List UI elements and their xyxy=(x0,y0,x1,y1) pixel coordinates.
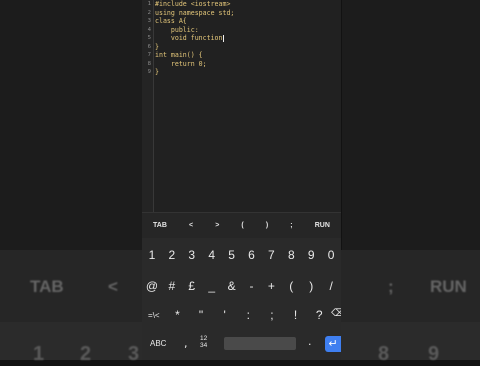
key-plus[interactable]: + xyxy=(261,279,281,293)
key-comma[interactable]: , xyxy=(184,337,188,350)
greater-than-key[interactable]: > xyxy=(215,222,219,229)
key-underscore[interactable]: _ xyxy=(202,279,222,293)
code-line[interactable]: 1 #include <iostream> xyxy=(142,0,231,9)
open-paren-key[interactable]: ( xyxy=(241,222,243,229)
code-line[interactable]: 5 void function xyxy=(142,34,224,43)
line-number: 9 xyxy=(147,69,151,76)
key-2[interactable]: 2 xyxy=(162,248,182,262)
code-text: void function xyxy=(155,34,224,43)
key-0[interactable]: 0 xyxy=(321,248,341,262)
line-number: 8 xyxy=(147,60,151,67)
key-5[interactable]: 5 xyxy=(222,248,242,262)
code-line[interactable]: 3 class A{ xyxy=(142,17,187,26)
key-1[interactable]: 1 xyxy=(142,248,162,262)
ghost-number-1: 1 xyxy=(33,343,45,365)
number-switch-line-1: 12 xyxy=(200,335,208,342)
number-switch-key[interactable]: 12 34 xyxy=(200,335,207,349)
key-8[interactable]: 8 xyxy=(281,248,301,262)
close-paren-key[interactable]: ) xyxy=(266,222,268,229)
key-9[interactable]: 9 xyxy=(301,248,321,262)
code-line[interactable]: 7 int main() { xyxy=(142,51,203,60)
key-single-quote[interactable]: ' xyxy=(213,308,237,322)
backspace-icon[interactable]: ⌫ xyxy=(331,308,341,322)
ghost-run-label: RUN xyxy=(430,277,467,296)
line-number: 3 xyxy=(147,18,151,25)
tab-key[interactable]: TAB xyxy=(153,222,167,229)
code-editor[interactable]: 1 #include <iostream> 2 using namespace … xyxy=(142,0,341,212)
line-number: 7 xyxy=(147,52,151,59)
line-number: 1 xyxy=(147,1,151,8)
key-period[interactable]: . xyxy=(308,335,312,348)
code-text: } xyxy=(155,42,159,51)
run-button[interactable]: RUN xyxy=(315,222,330,229)
key-minus[interactable]: - xyxy=(242,279,262,293)
less-than-key[interactable]: < xyxy=(189,222,193,229)
code-text: using namespace std; xyxy=(155,8,235,17)
ghost-tab-label: TAB xyxy=(30,277,64,296)
key-ampersand[interactable]: & xyxy=(222,279,242,293)
semicolon-key[interactable]: ; xyxy=(290,222,292,229)
code-line[interactable]: 9 } xyxy=(142,68,159,77)
code-text: #include <iostream> xyxy=(155,0,231,9)
ghost-number-9: 9 xyxy=(428,343,440,365)
keyboard-row-symbols: @ # £ _ & - + ( ) / xyxy=(142,272,341,300)
text-cursor xyxy=(222,34,224,42)
code-shortcut-toolbar: TAB < > ( ) ; RUN xyxy=(142,212,341,238)
ghost-semicolon-label: ; xyxy=(388,277,394,296)
key-more-symbols[interactable]: =\< xyxy=(142,311,166,320)
enter-icon[interactable]: ↵ xyxy=(325,336,341,352)
key-6[interactable]: 6 xyxy=(242,248,262,262)
key-pound[interactable]: £ xyxy=(182,279,202,293)
key-at[interactable]: @ xyxy=(142,279,162,293)
key-hash[interactable]: # xyxy=(162,279,182,293)
phone-screen: 1 #include <iostream> 2 using namespace … xyxy=(142,0,341,360)
code-text: } xyxy=(155,68,159,77)
number-switch-line-2: 34 xyxy=(200,342,208,349)
keyboard-row-numbers: 1 2 3 4 5 6 7 8 9 0 xyxy=(142,241,341,269)
key-question[interactable]: ? xyxy=(307,308,331,322)
ghost-less-label: < xyxy=(108,277,118,296)
key-asterisk[interactable]: * xyxy=(166,308,190,322)
key-4[interactable]: 4 xyxy=(202,248,222,262)
code-line[interactable]: 8 return 0; xyxy=(142,60,207,69)
code-line[interactable]: 4 public: xyxy=(142,26,199,35)
ghost-number-2: 2 xyxy=(80,343,92,365)
key-double-quote[interactable]: " xyxy=(189,308,213,322)
key-3[interactable]: 3 xyxy=(182,248,202,262)
code-text: public: xyxy=(155,25,199,34)
key-slash[interactable]: / xyxy=(321,279,341,293)
ghost-number-3: 3 xyxy=(128,343,140,365)
code-text: class A{ xyxy=(155,17,187,26)
symbol-keyboard: 1 2 3 4 5 6 7 8 9 0 @ # £ _ & - + ( ) / … xyxy=(142,238,341,360)
code-text-content: void function xyxy=(155,34,223,43)
key-open-paren[interactable]: ( xyxy=(281,279,301,293)
line-number: 2 xyxy=(147,9,151,16)
key-exclamation[interactable]: ! xyxy=(284,308,308,322)
key-colon[interactable]: : xyxy=(237,308,261,322)
key-close-paren[interactable]: ) xyxy=(301,279,321,293)
code-text: return 0; xyxy=(155,59,207,68)
spacebar[interactable] xyxy=(224,337,296,350)
key-semicolon[interactable]: ; xyxy=(260,308,284,322)
line-number: 5 xyxy=(147,35,151,42)
abc-switch-key[interactable]: ABC xyxy=(150,339,166,348)
code-line[interactable]: 6 } xyxy=(142,43,159,52)
code-text: int main() { xyxy=(155,51,203,60)
keyboard-row-punctuation: =\< * " ' : ; ! ? xyxy=(142,301,331,329)
line-number: 4 xyxy=(147,26,151,33)
keyboard-row-bottom: ABC , 12 34 . ↵ xyxy=(142,331,341,360)
key-7[interactable]: 7 xyxy=(261,248,281,262)
code-line[interactable]: 2 using namespace std; xyxy=(142,9,235,18)
line-number: 6 xyxy=(147,43,151,50)
ghost-number-8: 8 xyxy=(378,343,390,365)
